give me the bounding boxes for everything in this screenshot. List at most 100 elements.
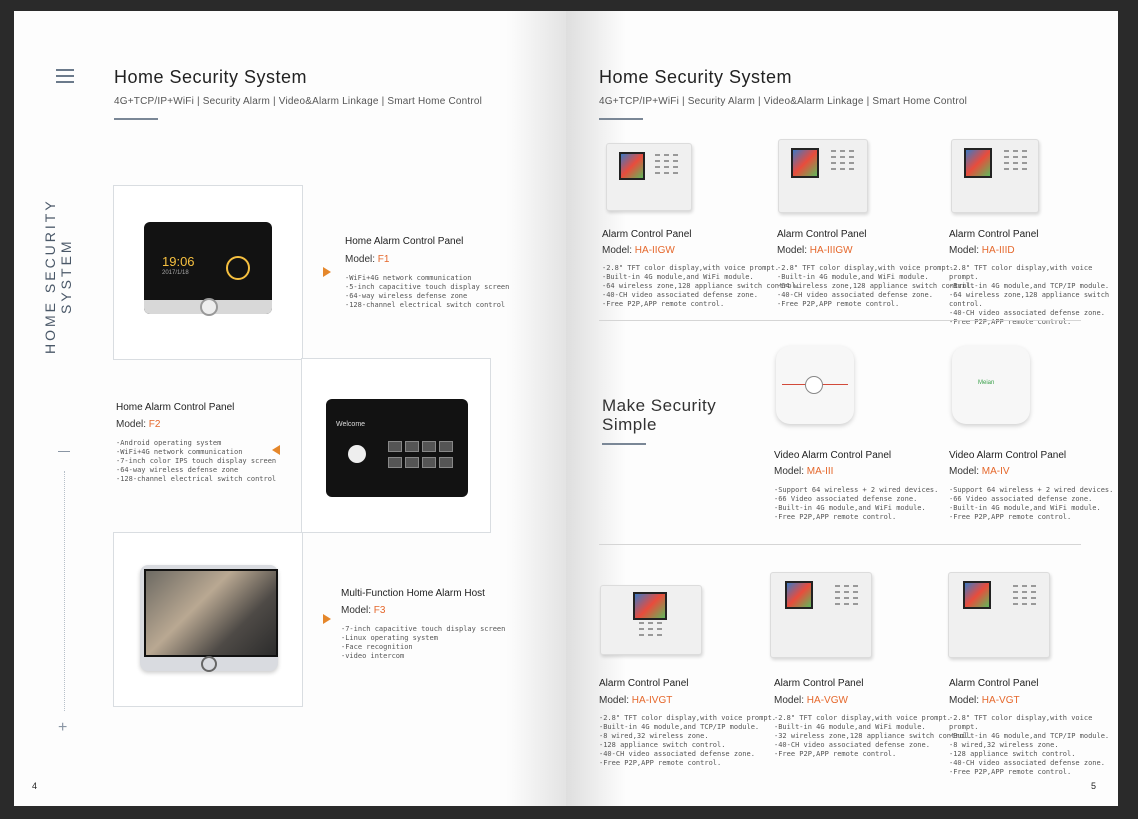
feature-item: -Support 64 wireless + 2 wired devices. (949, 486, 1114, 494)
app-tile (405, 457, 419, 468)
f3-device-image (140, 565, 278, 672)
device-image-ma-iii (776, 346, 854, 424)
feature-item: -66 Video associated defense zone. (949, 495, 1093, 503)
product-title-f2: Home Alarm Control Panel (116, 402, 235, 413)
device-image-ma-iv: Meian (952, 346, 1030, 424)
page-number: 4 (32, 781, 38, 791)
feature-item: -Free P2P,APP remote control. (949, 513, 1072, 521)
product-title-ma-iv: Video Alarm Control Panel (949, 450, 1067, 461)
feature-list-ha-vgw: -2.8" TFT color display,with voice promp… (774, 714, 972, 759)
keypad (1013, 585, 1036, 605)
feature-item: -40-CH video associated defense zone. (949, 309, 1105, 317)
model-code: HA-VGT (981, 695, 1020, 706)
feature-item: -2.8" TFT color display,with voice promp… (774, 714, 952, 722)
app-tile (388, 457, 402, 468)
feature-item: -Built-in 4G module,and WiFi module. (949, 504, 1101, 512)
feature-item: -32 wireless zone,128 appliance switch c… (774, 732, 973, 740)
vertical-dotted-line (64, 471, 65, 711)
feature-item: -66 Video associated defense zone. (774, 495, 918, 503)
feature-list-ha-ivgt: -2.8" TFT color display,with voice promp… (599, 714, 776, 768)
f2-clock-icon (348, 445, 366, 463)
product-model-ha-iiigw: Model: HA-IIIGW (777, 245, 853, 256)
feature-list-ha-vgt: -2.8" TFT color display,with voice promp… (949, 714, 1118, 777)
feature-list-ha-iiigw: -2.8" TFT color display,with voice promp… (777, 264, 975, 309)
feature-list-ma-iv: -Support 64 wireless + 2 wired devices. … (949, 486, 1113, 522)
model-label: Model: (949, 466, 982, 477)
f1-screen-time: 19:06 (162, 254, 195, 269)
feature-item: -64 wireless zone,128 appliance switch c… (777, 282, 976, 290)
product-title-ha-vgt: Alarm Control Panel (949, 678, 1039, 689)
product-model-ha-iiid: Model: HA-IIID (949, 245, 1015, 256)
feature-item: -Built-in 4G module,and WiFi module. (602, 273, 754, 281)
hamburger-menu-icon[interactable] (56, 69, 74, 83)
feature-item: -7-inch color IPS touch display screen (116, 457, 277, 465)
keypad (1004, 150, 1027, 170)
feature-item: -40-CH video associated defense zone. (949, 759, 1105, 767)
feature-list-f2: -Android operating system -WiFi+4G netwo… (116, 439, 276, 484)
slogan: Make Security Simple (602, 396, 716, 434)
plus-icon[interactable]: + (58, 719, 67, 737)
product-model-ha-iigw: Model: HA-IIGW (602, 245, 675, 256)
model-code: HA-IVGT (631, 695, 673, 706)
feature-item: -WiFi+4G network communication (116, 448, 243, 456)
section-divider (599, 544, 1081, 545)
keypad (655, 154, 678, 174)
device-screen (964, 148, 992, 178)
product-image-box-f1: 19:06 2017/1/18 (113, 185, 303, 360)
model-code: HA-IIIGW (809, 245, 853, 256)
device-screen (619, 152, 645, 180)
feature-item: -128-channel electrical switch control (116, 475, 277, 483)
feature-item: -Support 64 wireless + 2 wired devices. (774, 486, 939, 494)
feature-item: -Linux operating system (341, 634, 438, 642)
product-image-box-f2: Welcome (301, 358, 491, 533)
product-title-ha-vgw: Alarm Control Panel (774, 678, 864, 689)
f2-device-image: Welcome (326, 399, 468, 497)
f1-screen-date: 2017/1/18 (162, 270, 189, 276)
product-title-ha-iiid: Alarm Control Panel (949, 229, 1039, 240)
feature-item: -Built-in 4G module,and WiFi module. (774, 504, 926, 512)
model-code: MA-III (806, 466, 834, 477)
hub-brand-logo: Meian (978, 380, 995, 386)
feature-item: -Free P2P,APP remote control. (774, 750, 897, 758)
app-tile (422, 441, 436, 452)
f2-welcome-text: Welcome (336, 421, 366, 428)
f1-home-button (200, 298, 218, 316)
feature-item: -WiFi+4G network communication (345, 274, 472, 282)
feature-item: -8 wired,32 wireless zone. (949, 741, 1059, 749)
feature-item: -128-channel electrical switch control (345, 301, 506, 309)
product-model-f2: Model: F2 (116, 419, 160, 430)
feature-item: -Built-in 4G module,and TCP/IP module. (949, 282, 1110, 290)
model-label: Model: (774, 466, 807, 477)
product-title-ma-iii: Video Alarm Control Panel (774, 450, 892, 461)
app-tile (388, 441, 402, 452)
feature-item: -2.8" TFT color display,with voice promp… (599, 714, 777, 722)
f1-lock-icon (226, 256, 250, 280)
model-label: Model: (949, 245, 982, 256)
feature-item: -Built-in 4G module,and TCP/IP module. (599, 723, 760, 731)
feature-item: -Built-in 4G module,and WiFi module. (774, 723, 926, 731)
feature-item: -Built-in 4G module,and TCP/IP module. (949, 732, 1110, 740)
device-image-ha-ivgt (600, 585, 702, 655)
vertical-dash (58, 451, 70, 452)
page-number: 5 (1091, 781, 1097, 791)
device-image-ha-vgt (948, 572, 1050, 658)
feature-item: -Face recognition (341, 643, 413, 651)
page-title: Home Security System (599, 67, 793, 87)
gutter-shadow-left (506, 11, 566, 806)
model-code: F3 (373, 605, 386, 616)
feature-item: -Built-in 4G module,and WiFi module. (777, 273, 929, 281)
feature-item: -128 appliance switch control. (949, 750, 1076, 758)
feature-item: -64-way wireless defense zone (345, 292, 468, 300)
product-model-ha-ivgt: Model: HA-IVGT (599, 695, 672, 706)
model-label: Model: (949, 695, 982, 706)
model-label: Model: (116, 419, 149, 430)
feature-item: -40-CH video associated defense zone. (777, 291, 933, 299)
product-model-ha-vgt: Model: HA-VGT (949, 695, 1020, 706)
vertical-section-label: HOME SECURITY SYSTEM (42, 198, 74, 354)
model-code: F2 (148, 419, 161, 430)
product-model-ma-iii: Model: MA-III (774, 466, 833, 477)
product-title-ha-ivgt: Alarm Control Panel (599, 678, 689, 689)
feature-list-f3: -7-inch capacitive touch display screen … (341, 625, 505, 661)
section-divider (599, 320, 1081, 321)
feature-item: -64 wireless zone,128 appliance switch c… (949, 291, 1110, 308)
